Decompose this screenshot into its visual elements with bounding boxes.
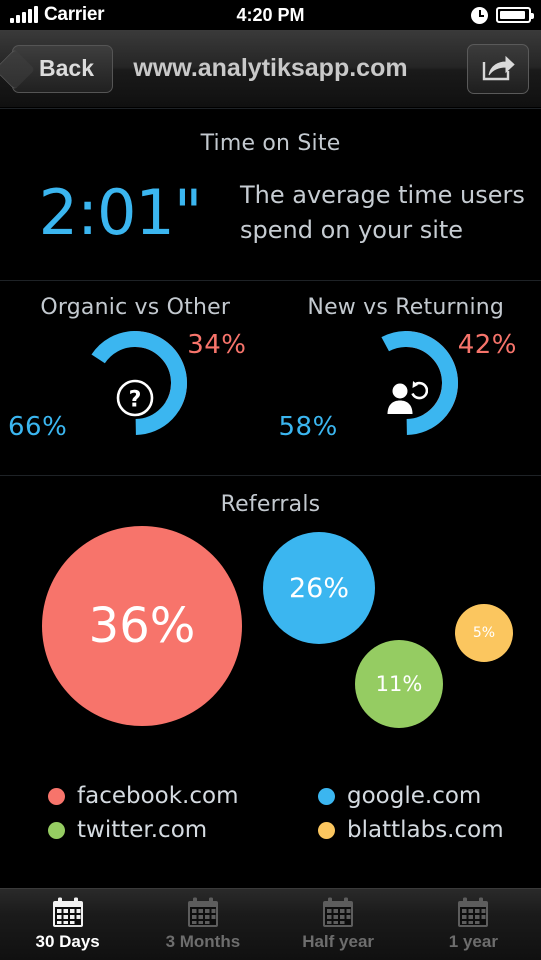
tab-half-year[interactable]: Half year [271,889,406,960]
bottom-tab-bar: 30 Days 3 Months Half year 1 year [0,888,541,960]
legend-label: google.com [347,783,482,809]
clock-icon [471,6,488,24]
browser-toolbar: Back www.analytiksapp.com [0,30,541,108]
time-on-site-description-line2: spend on your site [240,215,464,244]
legend-color-dot [318,787,335,805]
battery-icon [496,7,534,23]
time-on-site-value: 2:01" [38,175,203,249]
question-mark-icon: ? [116,379,154,417]
tab-label: Half year [302,932,375,951]
back-button[interactable]: Back [12,44,113,93]
share-icon [482,55,515,80]
donut-charts-section: Organic vs Other ? 34% 66% New vs Return… [0,281,541,475]
donut-new-vs-returning[interactable]: New vs Returning 42% 58% [271,295,541,460]
calendar-icon [187,897,218,927]
share-button[interactable] [467,43,529,94]
legend-label: blattlabs.com [347,817,504,843]
calendar-icon [458,897,489,927]
tab-label: 30 Days [35,932,100,951]
legend-color-dot [318,821,335,839]
tab-1-year[interactable]: 1 year [406,889,541,960]
legend-label: twitter.com [77,817,208,843]
donut-organic-title: Organic vs Other [40,295,231,320]
donut-returning-secondary-label: 42% [457,330,517,360]
calendar-icon [52,897,83,927]
referrals-bubble-chart: 36% 26% 11% 5% [0,521,541,771]
donut-organic-secondary-label: 34% [187,330,247,360]
referral-bubble-label: 11% [375,671,423,696]
referral-bubble[interactable]: 26% [263,532,375,644]
donut-returning-title: New vs Returning [307,295,505,320]
legend-color-dot [48,821,65,839]
legend-item[interactable]: twitter.com [48,817,318,843]
donut-returning-primary-label: 58% [278,412,338,442]
status-bar: Carrier 4:20 PM [0,0,541,30]
status-bar-right [471,6,534,24]
svg-text:?: ? [129,388,142,413]
donut-returning-chart: 42% 58% [271,320,541,460]
referral-bubble[interactable]: 5% [455,604,513,662]
time-on-site-title: Time on Site [200,131,341,156]
legend-color-dot [48,787,65,805]
legend-label: facebook.com [77,783,239,809]
back-button-label: Back [39,55,94,81]
referral-bubble-label: 26% [288,572,349,604]
donut-returning-center [384,380,428,416]
tab-label: 3 Months [165,932,241,951]
referrals-title: Referrals [220,492,321,517]
tab-30-days[interactable]: 30 Days [0,889,135,960]
donut-row: Organic vs Other ? 34% 66% New vs Return… [0,295,541,460]
referral-bubble-label: 36% [88,598,196,654]
legend-item[interactable]: facebook.com [48,783,318,809]
status-bar-clock-label: 4:20 PM [236,4,305,25]
legend-item[interactable]: google.com [318,783,541,809]
time-on-site-section: Time on Site 2:01" The average time user… [0,109,541,280]
donut-organic-vs-other[interactable]: Organic vs Other ? 34% 66% [0,295,271,460]
referrals-section: Referrals 36% 26% 11% 5% facebook.com google… [0,476,541,886]
referral-bubble[interactable]: 11% [355,640,443,728]
donut-organic-center: ? [115,378,155,418]
time-on-site-description: The average time users spend on your sit… [240,178,535,248]
referrals-legend: facebook.com google.com twitter.com blattla… [0,783,541,843]
tab-label: 1 year [448,932,498,951]
user-refresh-icon [387,381,428,414]
legend-item[interactable]: blattlabs.com [318,817,541,843]
donut-organic-chart: ? 34% 66% [0,320,271,460]
time-on-site-row: 2:01" The average time users spend on yo… [0,156,541,248]
time-on-site-description-line1: The average time users [240,181,525,209]
tab-3-months[interactable]: 3 Months [135,889,270,960]
calendar-icon [323,897,354,927]
referral-bubble[interactable]: 36% [42,526,242,726]
referral-bubble-label: 5% [472,625,496,641]
donut-organic-primary-label: 66% [8,412,68,442]
